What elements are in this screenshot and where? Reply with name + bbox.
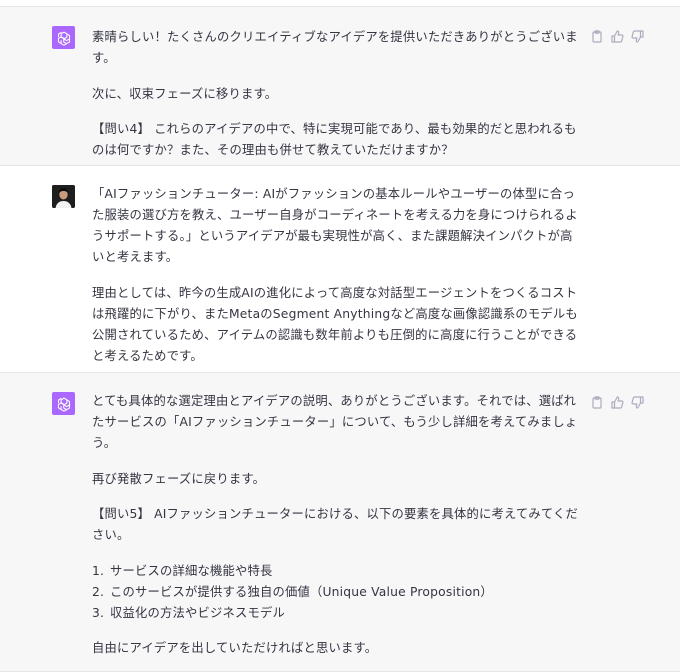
message-actions [590, 29, 644, 43]
list-item: 2. このサービスが提供する独自の価値（Unique Value Proposit… [92, 584, 493, 599]
thumbs-down-icon[interactable] [630, 395, 644, 409]
message-paragraph: 【問い5】 AIファッションチューターにおける、以下の要素を具体的に考えてみてく… [92, 507, 578, 542]
user-message: 「AIファッションチューター: AIがファッションの基本ルールやユーザーの体型に… [0, 166, 680, 372]
assistant-avatar [52, 392, 75, 415]
list-item: 3. 収益化の方法やビジネスモデル [92, 605, 285, 620]
openai-logo-icon [57, 397, 70, 412]
openai-logo-icon [57, 31, 70, 46]
assistant-message-2: とても具体的な選定理由とアイデアの説明、ありがとうございます。それでは、選ばれた… [0, 372, 680, 672]
message-actions [590, 395, 644, 409]
assistant-message-1: 素晴らしい！たくさんのクリエイティブなアイデアを提供いただきありがとうございます… [0, 6, 680, 166]
thumbs-up-icon[interactable] [610, 29, 624, 43]
user-message-content: 「AIファッションチューター: AIがファッションの基本ルールやユーザーの体型に… [92, 184, 582, 367]
message-paragraph: 素晴らしい！たくさんのクリエイティブなアイデアを提供いただきありがとうございます… [92, 30, 578, 65]
thumbs-up-icon[interactable] [610, 395, 624, 409]
numbered-list: 1. サービスの詳細な機能や特長 2. このサービスが提供する独自の価値（Uniqu… [92, 561, 582, 624]
message-paragraph: 次に、収束フェーズに移ります。 [92, 86, 278, 101]
message-paragraph: 理由としては、昨今の生成AIの進化によって高度な対話型エージェントをつくるコスト… [92, 285, 578, 363]
message-paragraph: 自由にアイデアを出していただければと思います。 [92, 641, 378, 655]
message-paragraph: 【問い4】 これらのアイデアの中で、特に実現可能であり、最も効果的だと思われるも… [92, 122, 577, 157]
clipboard-icon[interactable] [590, 395, 604, 409]
message-paragraph: 再び発散フェーズに戻ります。 [92, 471, 266, 486]
user-photo-avatar [52, 185, 75, 208]
thumbs-down-icon[interactable] [630, 29, 644, 43]
assistant-message-content: 素晴らしい！たくさんのクリエイティブなアイデアを提供いただきありがとうございます… [92, 27, 582, 161]
list-item: 1. サービスの詳細な機能や特長 [92, 563, 273, 578]
message-paragraph: とても具体的な選定理由とアイデアの説明、ありがとうございます。それでは、選ばれた… [92, 394, 578, 450]
assistant-avatar [52, 26, 75, 49]
assistant-message-content: とても具体的な選定理由とアイデアの説明、ありがとうございます。それでは、選ばれた… [92, 391, 582, 659]
message-paragraph: 「AIファッションチューター: AIがファッションの基本ルールやユーザーの体型に… [92, 187, 578, 264]
clipboard-icon[interactable] [590, 29, 604, 43]
